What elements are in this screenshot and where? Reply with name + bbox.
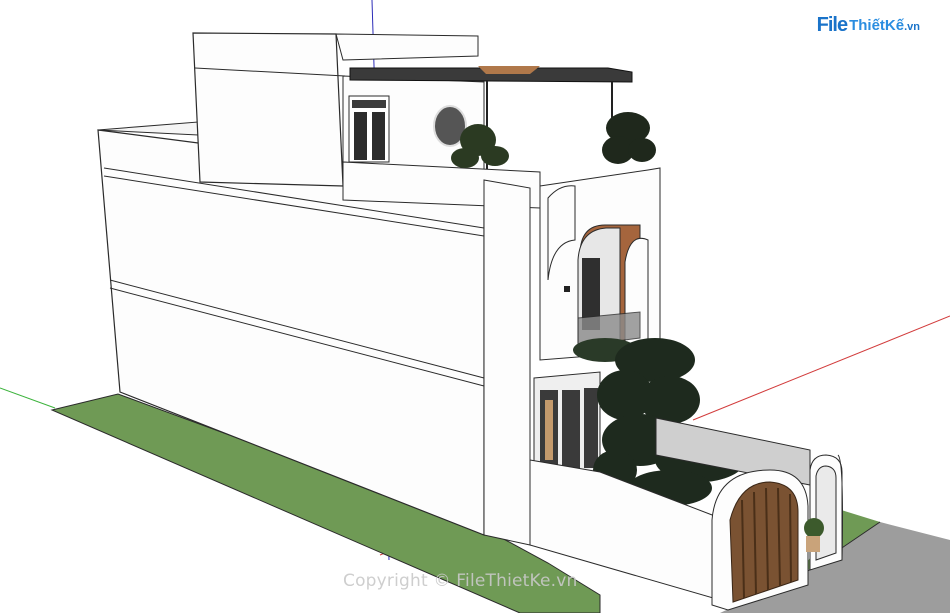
filethietke-logo: File ThiếtKế.vn <box>817 14 920 37</box>
front-pillar <box>483 179 531 546</box>
top-door-transom <box>352 100 386 108</box>
green-axis <box>0 387 56 409</box>
top-door-glass-2 <box>372 112 385 160</box>
door-frame-3 <box>584 388 598 468</box>
rooftop-plant-right <box>602 112 656 164</box>
red-axis <box>692 315 950 421</box>
door-frame-2 <box>562 390 580 468</box>
top-door-glass-1 <box>354 112 367 160</box>
3d-model-viewport[interactable] <box>0 0 950 613</box>
logo-tld: .vn <box>904 21 920 33</box>
door-glass <box>545 400 553 460</box>
pergola-accent <box>478 66 540 74</box>
logo-rest-text: ThiếtKế.vn <box>849 17 920 34</box>
logo-brand: ThiếtKế <box>849 17 905 34</box>
logo-file-text: File <box>816 14 848 36</box>
stair-block-roof <box>335 33 479 61</box>
wall-lamp <box>564 286 570 292</box>
stair-block <box>192 32 344 187</box>
copyright-watermark: Copyright © FileThietKe.vn <box>343 571 578 591</box>
